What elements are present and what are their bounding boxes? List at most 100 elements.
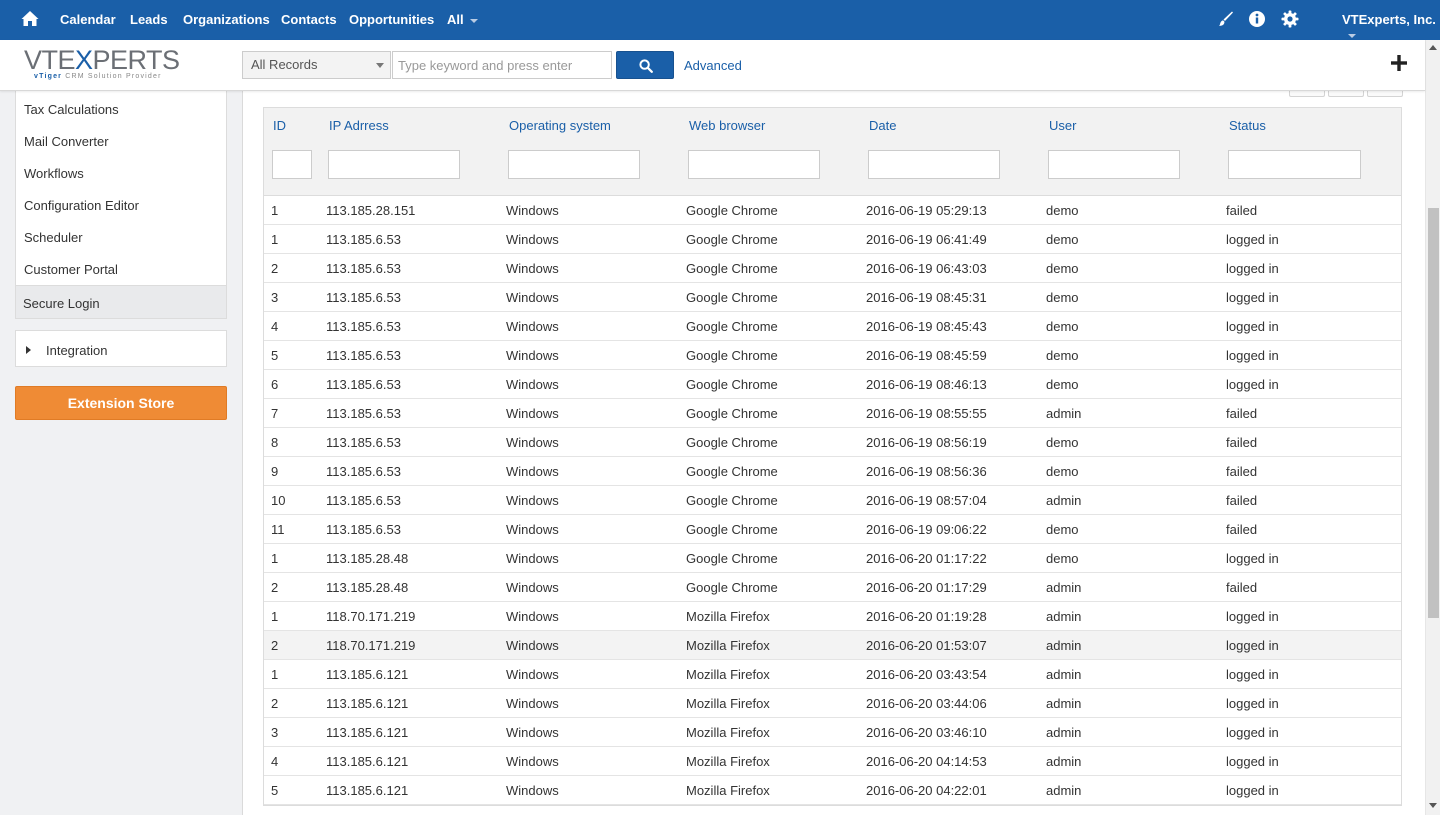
nav-leads[interactable]: Leads	[130, 12, 168, 27]
sidebar-item-configuration-editor[interactable]: Configuration Editor	[24, 198, 139, 213]
nav-opportunities[interactable]: Opportunities	[349, 12, 434, 27]
filter-status-input[interactable]	[1228, 150, 1361, 179]
scroll-up-arrow-icon[interactable]	[1429, 45, 1437, 50]
home-icon[interactable]	[20, 9, 40, 29]
table-row[interactable]: 6 113.185.6.53 Windows Google Chrome 2016-06…	[264, 370, 1401, 399]
nav-organizations[interactable]: Organizations	[183, 12, 270, 27]
cell-id: 8	[271, 435, 279, 450]
scrollbar-thumb[interactable]	[1428, 208, 1439, 618]
nav-contacts[interactable]: Contacts	[281, 12, 337, 27]
table-row[interactable]: 2 113.185.6.121 Windows Mozilla Firefox 2016…	[264, 689, 1401, 718]
table-row[interactable]: 1 113.185.28.48 Windows Google Chrome 2016-0…	[264, 544, 1401, 573]
table-row[interactable]: 2 113.185.28.48 Windows Google Chrome 2016-0…	[264, 573, 1401, 602]
search-button[interactable]	[616, 51, 674, 79]
column-header-status[interactable]: Status	[1229, 118, 1266, 133]
toolbar-button[interactable]	[1328, 91, 1364, 97]
table-row[interactable]: 1 113.185.6.121 Windows Mozilla Firefox 2016…	[264, 660, 1401, 689]
extension-store-button[interactable]: Extension Store	[15, 386, 227, 420]
cell-date: 2016-06-20 01:19:28	[866, 609, 987, 624]
cell-operating-system: Windows	[506, 638, 559, 653]
integration-section[interactable]: Integration	[15, 330, 227, 367]
column-header-operating-system[interactable]: Operating system	[509, 118, 611, 133]
cell-operating-system: Windows	[506, 522, 559, 537]
cell-status: logged in	[1226, 696, 1279, 711]
settings-sidebar: Tax Calculations Mail Converter Workflow…	[0, 91, 243, 815]
company-menu[interactable]: VTExperts, Inc.	[1342, 12, 1440, 42]
info-icon[interactable]	[1248, 10, 1266, 28]
cell-date: 2016-06-20 03:43:54	[866, 667, 987, 682]
cell-status: logged in	[1226, 783, 1279, 798]
cell-ip-address: 113.185.6.53	[326, 522, 401, 537]
cell-id: 7	[271, 406, 279, 421]
plus-icon[interactable]	[1390, 54, 1408, 72]
chevron-down-icon	[469, 18, 478, 23]
filter-ip-address-input[interactable]	[328, 150, 460, 179]
cell-user: admin	[1046, 725, 1082, 740]
cell-id: 1	[271, 551, 279, 566]
logo[interactable]: VTEXPERTS vTiger CRM Solution Provider	[24, 46, 184, 86]
cell-status: logged in	[1226, 638, 1279, 653]
brush-icon[interactable]	[1216, 10, 1234, 28]
page-scrollbar[interactable]	[1425, 40, 1440, 815]
top-navigation-bar: Calendar Leads Organizations Contacts Op…	[0, 0, 1440, 40]
cell-status: failed	[1226, 493, 1258, 508]
cell-user: admin	[1046, 754, 1082, 769]
integration-label: Integration	[46, 343, 108, 358]
table-row[interactable]: 8 113.185.6.53 Windows Google Chrome 2016-06…	[264, 428, 1401, 457]
table-row[interactable]: 11 113.185.6.53 Windows Google Chrome 2016-0…	[264, 515, 1401, 544]
cell-ip-address: 113.185.6.53	[326, 319, 401, 334]
cell-web-browser: Mozilla Firefox	[686, 667, 770, 682]
cell-id: 1	[271, 232, 279, 247]
sidebar-item-customer-portal[interactable]: Customer Portal	[24, 262, 118, 277]
column-header-web-browser[interactable]: Web browser	[689, 118, 765, 133]
table-body: 1 113.185.28.151 Windows Google Chrome 2016-…	[264, 196, 1401, 805]
toolbar-button[interactable]	[1367, 91, 1403, 97]
table-row[interactable]: 1 113.185.28.151 Windows Google Chrome 2016-…	[264, 196, 1401, 225]
advanced-search-link[interactable]: Advanced	[684, 58, 742, 73]
column-header-date[interactable]: Date	[869, 118, 896, 133]
cell-operating-system: Windows	[506, 203, 559, 218]
cell-operating-system: Windows	[506, 435, 559, 450]
table-row[interactable]: 1 113.185.6.53 Windows Google Chrome 2016-06…	[264, 225, 1401, 254]
sidebar-item-scheduler[interactable]: Scheduler	[24, 230, 83, 245]
table-row[interactable]: 4 113.185.6.121 Windows Mozilla Firefox 2016…	[264, 747, 1401, 776]
sidebar-item-tax-calculations[interactable]: Tax Calculations	[24, 102, 119, 117]
scroll-down-arrow-icon[interactable]	[1429, 803, 1437, 808]
cell-ip-address: 113.185.6.121	[326, 754, 409, 769]
cell-date: 2016-06-20 04:22:01	[866, 783, 987, 798]
table-row[interactable]: 2 118.70.171.219 Windows Mozilla Firefox 201…	[264, 631, 1401, 660]
record-scope-select[interactable]: All Records	[242, 51, 391, 79]
filter-user-input[interactable]	[1048, 150, 1180, 179]
cell-web-browser: Google Chrome	[686, 203, 778, 218]
cell-user: demo	[1046, 464, 1079, 479]
column-header-id[interactable]: ID	[273, 118, 286, 133]
cell-ip-address: 113.185.6.121	[326, 725, 409, 740]
sidebar-item-workflows[interactable]: Workflows	[24, 166, 84, 181]
filter-operating-system-input[interactable]	[508, 150, 640, 179]
search-input[interactable]	[392, 51, 612, 79]
table-row[interactable]: 5 113.185.6.121 Windows Mozilla Firefox 2016…	[264, 776, 1401, 805]
toolbar-button[interactable]	[1289, 91, 1325, 97]
table-row[interactable]: 1 118.70.171.219 Windows Mozilla Firefox 201…	[264, 602, 1401, 631]
sidebar-item-mail-converter[interactable]: Mail Converter	[24, 134, 109, 149]
cell-web-browser: Google Chrome	[686, 377, 778, 392]
filter-date-input[interactable]	[868, 150, 1000, 179]
nav-all-menu[interactable]: All	[447, 12, 478, 27]
filter-id-input[interactable]	[272, 150, 312, 179]
table-row[interactable]: 7 113.185.6.53 Windows Google Chrome 2016-06…	[264, 399, 1401, 428]
table-row[interactable]: 10 113.185.6.53 Windows Google Chrome 2016-0…	[264, 486, 1401, 515]
table-row[interactable]: 9 113.185.6.53 Windows Google Chrome 2016-06…	[264, 457, 1401, 486]
column-header-ip-address[interactable]: IP Adrress	[329, 118, 389, 133]
cell-ip-address: 113.185.6.53	[326, 348, 401, 363]
sidebar-item-secure-login[interactable]: Secure Login	[16, 285, 226, 318]
table-row[interactable]: 3 113.185.6.53 Windows Google Chrome 2016-06…	[264, 283, 1401, 312]
nav-calendar[interactable]: Calendar	[60, 12, 116, 27]
column-header-user[interactable]: User	[1049, 118, 1076, 133]
gear-icon[interactable]	[1281, 10, 1299, 28]
table-row[interactable]: 3 113.185.6.121 Windows Mozilla Firefox 2016…	[264, 718, 1401, 747]
filter-web-browser-input[interactable]	[688, 150, 820, 179]
table-row[interactable]: 4 113.185.6.53 Windows Google Chrome 2016-06…	[264, 312, 1401, 341]
table-row[interactable]: 2 113.185.6.53 Windows Google Chrome 2016-06…	[264, 254, 1401, 283]
table-row[interactable]: 5 113.185.6.53 Windows Google Chrome 2016-06…	[264, 341, 1401, 370]
cell-web-browser: Google Chrome	[686, 290, 778, 305]
